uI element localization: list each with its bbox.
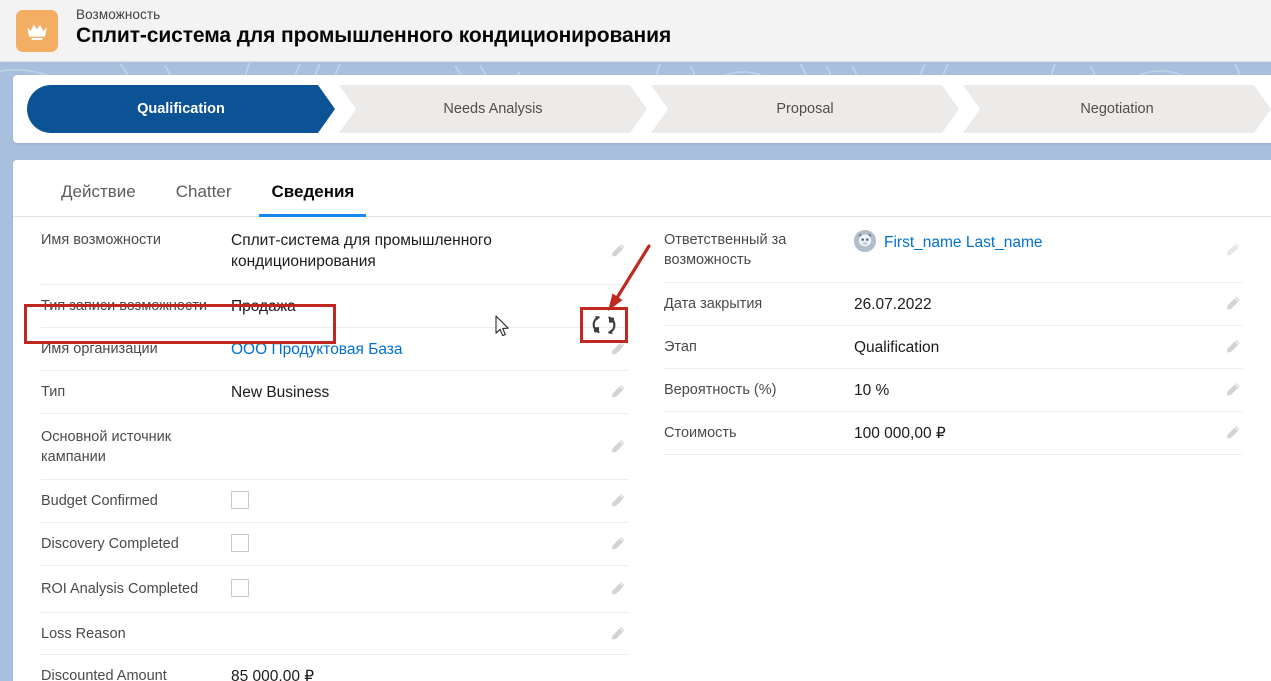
field-opportunity-name: Имя возможности Сплит-система для промыш… — [41, 217, 628, 285]
record-object-label: Возможность — [76, 7, 161, 22]
edit-pencil-icon[interactable] — [609, 341, 626, 358]
edit-pencil-icon[interactable] — [1224, 241, 1241, 258]
edit-pencil-icon[interactable] — [609, 581, 626, 598]
tab-chatter[interactable]: Chatter — [156, 160, 252, 216]
field-primary-campaign-source: Основной источник кампании — [41, 414, 628, 480]
field-label: ROI Analysis Completed — [41, 581, 199, 597]
checkbox-budget-confirmed[interactable] — [231, 491, 249, 509]
tab-label: Chatter — [175, 182, 232, 201]
field-value — [231, 534, 628, 555]
field-label: Стоимость — [664, 425, 737, 441]
path-stage-label: Needs Analysis — [443, 101, 543, 117]
field-opportunity-record-type: Тип записи возможности Продажа — [41, 285, 628, 328]
edit-pencil-icon[interactable] — [1224, 425, 1241, 442]
field-label: Этап — [664, 339, 697, 355]
field-value — [231, 579, 628, 600]
path-stage-needs-analysis[interactable]: Needs Analysis — [339, 85, 647, 133]
field-discovery-completed: Discovery Completed — [41, 523, 628, 566]
field-value: 26.07.2022 — [854, 296, 932, 313]
field-value: Продажа — [231, 298, 296, 315]
edit-pencil-icon[interactable] — [609, 242, 626, 259]
field-label: Вероятность (%) — [664, 382, 777, 398]
account-link[interactable]: ООО Продуктовая База — [231, 339, 628, 360]
field-value — [231, 427, 628, 447]
record-header: Возможность Сплит-система для промышленн… — [0, 0, 1271, 62]
crown-icon — [16, 10, 58, 52]
field-value: 10 % — [854, 382, 890, 399]
checkbox-roi-analysis-completed[interactable] — [231, 579, 249, 597]
field-stage: Этап Qualification — [664, 326, 1243, 369]
field-value: First_name Last_name — [854, 230, 1243, 253]
edit-pencil-icon[interactable] — [1224, 382, 1241, 399]
field-close-date: Дата закрытия 26.07.2022 — [664, 283, 1243, 326]
field-label: Основной источник кампании — [41, 429, 172, 465]
field-label: Budget Confirmed — [41, 493, 158, 509]
field-label: Тип записи возможности — [41, 298, 207, 314]
field-roi-analysis-completed: ROI Analysis Completed — [41, 566, 628, 613]
field-amount: Стоимость 100 000,00 ₽ — [664, 412, 1243, 455]
sales-path: Qualification Needs Analysis Proposal Ne… — [27, 85, 1271, 133]
field-value — [231, 491, 628, 512]
path-stage-label: Qualification — [137, 101, 225, 117]
field-label: Имя возможности — [41, 232, 161, 248]
field-value: 100 000,00 ₽ — [854, 425, 946, 442]
tab-activity[interactable]: Действие — [41, 160, 156, 216]
checkbox-discovery-completed[interactable] — [231, 534, 249, 552]
page-title: Сплит-система для промышленного кондицио… — [76, 24, 672, 47]
field-budget-confirmed: Budget Confirmed — [41, 480, 628, 523]
change-record-type-button[interactable] — [592, 314, 616, 336]
field-value: Сплит-система для промышленного кондицио… — [231, 232, 492, 270]
edit-pencil-icon[interactable] — [609, 536, 626, 553]
field-label: Discovery Completed — [41, 536, 179, 552]
path-stage-negotiation[interactable]: Negotiation — [963, 85, 1271, 133]
tab-details[interactable]: Сведения — [251, 160, 374, 217]
tab-label: Действие — [61, 182, 136, 201]
path-stage-qualification[interactable]: Qualification — [27, 85, 335, 133]
field-value: 85 000,00 ₽ — [231, 668, 315, 681]
field-label: Тип — [41, 384, 66, 400]
edit-pencil-icon[interactable] — [609, 384, 626, 401]
field-discounted-amount: Discounted Amount 85 000,00 ₽ — [41, 655, 628, 681]
field-label: Ответственный за возможность — [664, 232, 787, 268]
sales-path-card: Qualification Needs Analysis Proposal Ne… — [13, 75, 1271, 143]
field-value: New Business — [231, 384, 330, 401]
field-opportunity-owner: Ответственный за возможность First_name — [664, 217, 1243, 283]
field-type: Тип New Business — [41, 371, 628, 414]
avatar — [854, 230, 876, 252]
edit-pencil-icon[interactable] — [609, 493, 626, 510]
edit-pencil-icon[interactable] — [1224, 339, 1241, 356]
field-account-name: Имя организации ООО Продуктовая База — [41, 328, 628, 371]
field-loss-reason: Loss Reason — [41, 613, 628, 655]
tab-label: Сведения — [271, 182, 355, 201]
path-stage-label: Proposal — [776, 101, 834, 117]
field-label: Имя организации — [41, 341, 158, 357]
edit-pencil-icon[interactable] — [1224, 296, 1241, 313]
record-tabs: Действие Chatter Сведения — [13, 160, 1271, 217]
owner-link[interactable]: First_name Last_name — [884, 234, 1043, 251]
edit-pencil-icon[interactable] — [609, 625, 626, 642]
edit-pencil-icon[interactable] — [609, 438, 626, 455]
field-value — [231, 624, 628, 644]
detail-column-right: Ответственный за возможность First_name — [642, 217, 1271, 681]
field-label: Discounted Amount — [41, 668, 167, 681]
field-label: Дата закрытия — [664, 296, 763, 312]
detail-column-left: Имя возможности Сплит-система для промыш… — [13, 217, 642, 681]
field-label: Loss Reason — [41, 626, 126, 642]
field-probability: Вероятность (%) 10 % — [664, 369, 1243, 412]
record-detail-card: Действие Chatter Сведения Имя возможност… — [13, 160, 1271, 681]
detail-fields: Имя возможности Сплит-система для промыш… — [13, 217, 1271, 681]
path-stage-label: Negotiation — [1080, 101, 1154, 117]
field-value: Qualification — [854, 339, 940, 356]
path-stage-proposal[interactable]: Proposal — [651, 85, 959, 133]
